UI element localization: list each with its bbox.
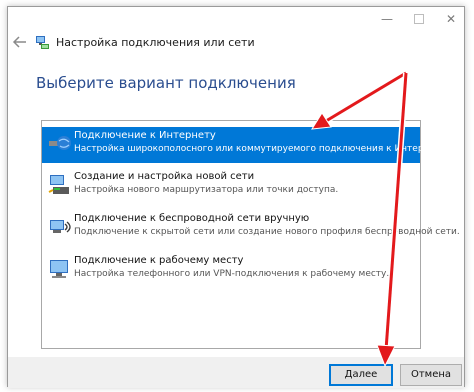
router-icon xyxy=(48,175,69,194)
next-button[interactable]: Далее xyxy=(329,364,393,386)
button-bar: Далее Отмена xyxy=(8,357,464,388)
option-description: Настройка телефонного или VPN-подключени… xyxy=(74,269,390,279)
wireless-icon xyxy=(50,220,71,233)
option-description: Настройка широкополосного или коммутируе… xyxy=(74,144,449,154)
window-title: Настройка подключения или сети xyxy=(56,36,255,49)
option-internet[interactable]: Подключение к Интернету Настройка широко… xyxy=(42,127,448,163)
network-icon xyxy=(36,36,49,49)
option-title: Создание и настройка новой сети xyxy=(74,171,255,182)
option-title: Подключение к Интернету xyxy=(74,130,216,141)
option-workplace[interactable]: Подключение к рабочему месту Настройка т… xyxy=(42,252,420,288)
close-button[interactable]: ✕ xyxy=(436,10,466,28)
option-title: Подключение к беспроводной сети вручную xyxy=(74,213,310,224)
option-description: Настройка нового маршрутизатора или точк… xyxy=(74,185,339,195)
option-new-network[interactable]: Создание и настройка новой сети Настройк… xyxy=(42,168,420,204)
cancel-button[interactable]: Отмена xyxy=(400,364,462,386)
title-bar: — ✕ Настройка подключения или сети xyxy=(8,7,464,59)
connection-options-list: Подключение к Интернету Настройка широко… xyxy=(41,120,460,349)
maximize-icon xyxy=(414,14,424,24)
maximize-button[interactable] xyxy=(404,10,434,28)
option-description: Подключение к скрытой сети или создание … xyxy=(74,227,460,237)
option-title: Подключение к рабочему месту xyxy=(74,255,244,266)
globe-icon xyxy=(49,136,71,150)
minimize-button[interactable]: — xyxy=(372,10,402,28)
wizard-window: — ✕ Настройка подключения или сети Выбер… xyxy=(7,6,465,388)
option-manual-wireless[interactable]: Подключение к беспроводной сети вручную … xyxy=(42,210,460,246)
workplace-icon xyxy=(50,260,68,278)
page-heading: Выберите вариант подключения xyxy=(36,74,296,92)
back-arrow-icon[interactable] xyxy=(12,35,28,49)
